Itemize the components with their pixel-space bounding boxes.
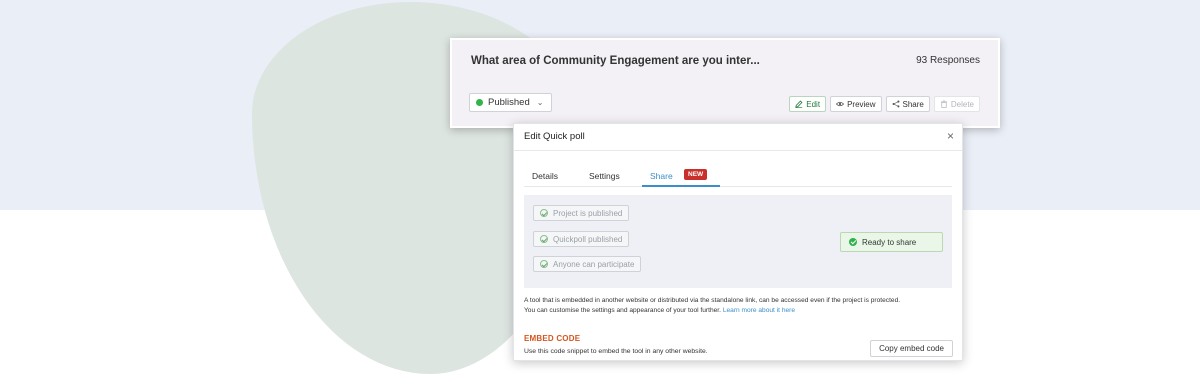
tab-settings[interactable]: Settings [589,171,620,181]
info-line-2: You can customise the settings and appea… [524,306,954,316]
preview-label: Preview [847,99,876,109]
share-button[interactable]: Share [885,96,930,112]
check-label: Project is published [553,208,623,218]
learn-more-link[interactable]: Learn more about it here [723,307,795,314]
new-badge: NEW [684,169,708,180]
edit-button[interactable]: Edit [789,96,827,112]
copy-embed-code-button[interactable]: Copy embed code [870,340,953,357]
check-circle-icon [540,209,548,217]
embed-code-heading: EMBED CODE [524,334,581,343]
edit-quickpoll-modal: Edit Quick poll × Details Settings Share… [513,123,963,361]
modal-tabs: Details Settings Share NEW [524,168,952,187]
share-icon [892,100,899,108]
published-status-dot [476,99,483,106]
status-label: Published [488,97,530,108]
share-label: Share [902,99,924,109]
info-line-1: A tool that is embedded in another websi… [524,297,901,304]
status-dropdown[interactable]: Published ⌄ [469,93,553,112]
edit-label: Edit [806,99,821,109]
delete-button[interactable]: Delete [933,96,980,112]
modal-divider [514,150,962,151]
active-tab-indicator [642,185,720,187]
trash-icon [940,100,947,108]
share-info-text: A tool that is embedded in another websi… [524,296,954,316]
tab-share[interactable]: Share [650,171,673,181]
card-actions: Edit Preview Share Delete [789,96,980,112]
close-icon[interactable]: × [947,129,954,143]
pencil-icon [795,100,803,108]
ready-label: Ready to share [862,237,917,247]
delete-label: Delete [950,99,974,109]
check-anyone-can-participate: Anyone can participate [533,256,642,272]
preview-button[interactable]: Preview [830,96,882,112]
chevron-down-icon: ⌄ [536,98,544,107]
embed-code-description: Use this code snippet to embed the tool … [524,348,708,355]
quickpoll-card: What area of Community Engagement are yo… [450,38,1000,128]
share-checklist-panel: Project is published Quickpoll published… [524,195,952,288]
info-line-2-text: You can customise the settings and appea… [524,307,721,314]
modal-title: Edit Quick poll [524,131,585,142]
check-circle-icon [540,260,548,268]
responses-count: 93 Responses [916,55,980,66]
ready-to-share-badge: Ready to share [840,232,943,252]
check-label: Anyone can participate [553,259,635,269]
check-circle-icon [849,238,857,246]
tab-details[interactable]: Details [532,171,558,181]
poll-title[interactable]: What area of Community Engagement are yo… [471,55,760,67]
check-label: Quickpoll published [553,234,623,244]
eye-icon [836,101,845,107]
check-project-published: Project is published [533,205,630,221]
check-quickpoll-published: Quickpoll published [533,231,630,247]
check-circle-icon [540,235,548,243]
